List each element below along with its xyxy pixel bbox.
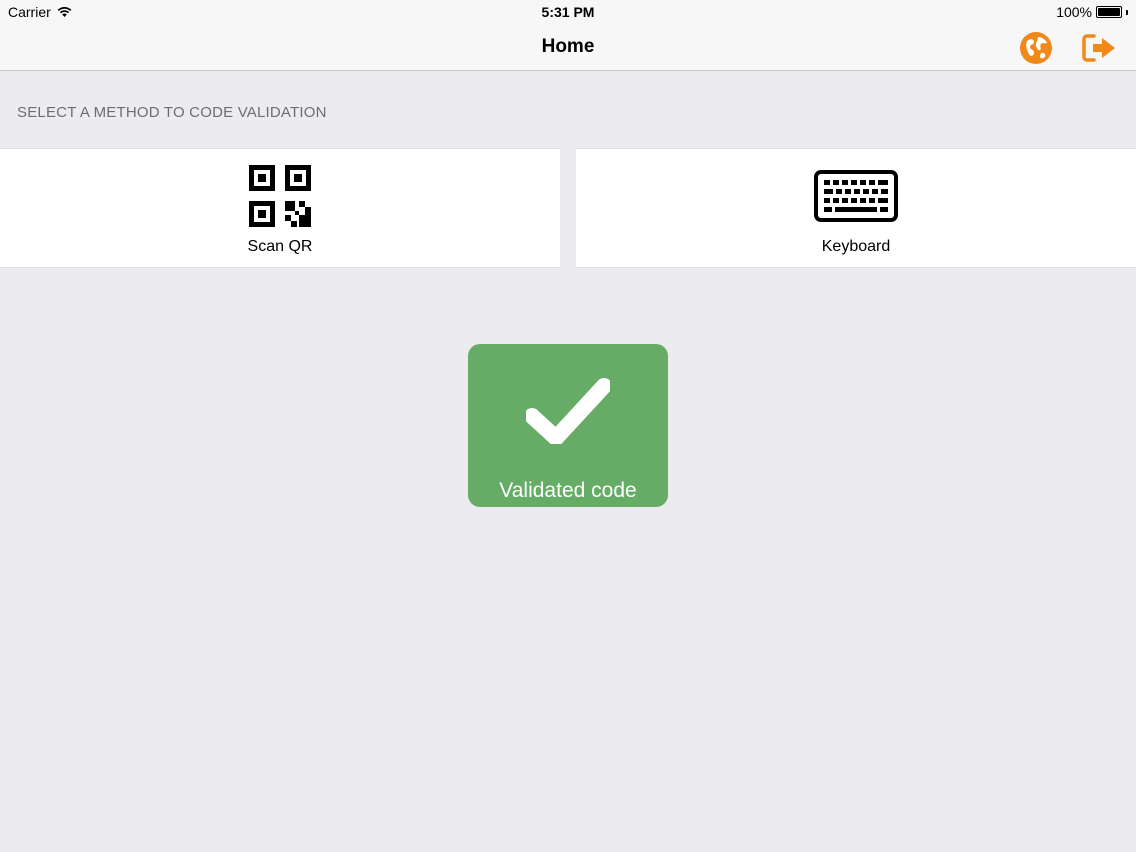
scan-qr-label: Scan QR	[247, 238, 313, 255]
navigation-bar: Home	[0, 24, 1136, 71]
checkmark-icon	[526, 378, 610, 444]
card-icon-wrapper	[249, 164, 311, 228]
keyboard-button[interactable]: Keyboard	[576, 148, 1136, 268]
status-right: 100%	[1056, 4, 1128, 20]
scan-qr-button[interactable]: Scan QR	[0, 148, 560, 268]
section-header: SELECT A METHOD TO CODE VALIDATION	[17, 104, 327, 121]
validation-status-panel: Validated code	[468, 344, 668, 507]
globe-icon	[1020, 32, 1052, 64]
qr-code-icon	[249, 165, 311, 227]
keyboard-icon	[814, 170, 898, 222]
keyboard-label: Keyboard	[821, 238, 891, 255]
card-icon-wrapper	[814, 164, 898, 228]
status-bar: Carrier 5:31 PM 100%	[0, 0, 1136, 24]
language-button[interactable]	[1018, 30, 1054, 66]
validation-status-label: Validated code	[499, 479, 637, 502]
battery-icon	[1096, 6, 1122, 18]
status-time: 5:31 PM	[541, 4, 595, 20]
screen: Carrier 5:31 PM 100% Home SELECT A METHO…	[0, 0, 1136, 852]
logout-button[interactable]	[1082, 30, 1118, 66]
page-title: Home	[541, 36, 595, 57]
battery-tip	[1126, 9, 1128, 15]
battery-percent: 100%	[1056, 4, 1092, 20]
logout-icon	[1082, 34, 1115, 62]
